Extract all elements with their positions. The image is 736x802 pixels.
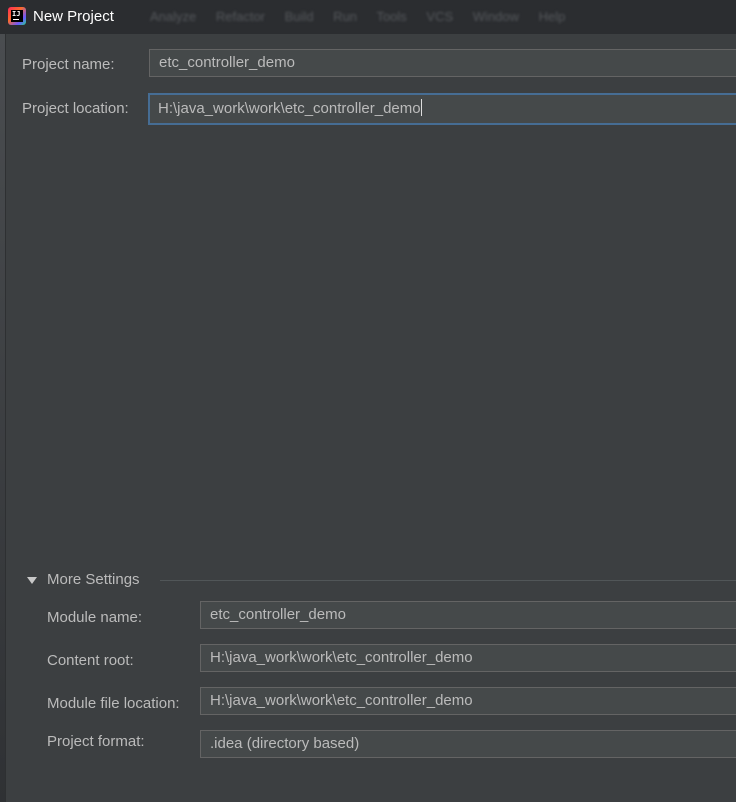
content-root-value: H:\java_work\work\etc_controller_demo	[210, 649, 473, 666]
menu-item-refactor: Refactor	[215, 9, 266, 24]
menu-item-tools: Tools	[376, 9, 407, 24]
project-name-label: Project name:	[22, 56, 115, 73]
menu-item-vcs: VCS	[426, 9, 454, 24]
background-menu-bar: Analyze Refactor Build Run Tools VCS Win…	[150, 9, 581, 24]
intellij-app-icon: IJ	[8, 7, 26, 25]
project-format-select[interactable]: .idea (directory based)	[200, 730, 736, 758]
title-bar: Analyze Refactor Build Run Tools VCS Win…	[0, 0, 736, 34]
content-root-label: Content root:	[47, 652, 134, 669]
menu-item-analyze: Analyze	[150, 9, 197, 24]
menu-item-build: Build	[284, 9, 314, 24]
module-file-location-value: H:\java_work\work\etc_controller_demo	[210, 692, 473, 709]
project-name-input[interactable]: etc_controller_demo	[149, 49, 736, 77]
project-name-value: etc_controller_demo	[159, 54, 295, 71]
section-divider	[160, 580, 736, 581]
more-settings-header[interactable]: More Settings	[47, 571, 140, 588]
content-root-input[interactable]: H:\java_work\work\etc_controller_demo	[200, 644, 736, 672]
module-file-location-input[interactable]: H:\java_work\work\etc_controller_demo	[200, 687, 736, 715]
project-format-label: Project format:	[47, 733, 145, 750]
menu-item-window: Window	[472, 9, 520, 24]
window-title: New Project	[33, 8, 114, 25]
project-location-label: Project location:	[22, 100, 129, 117]
menu-item-run: Run	[333, 9, 358, 24]
project-format-value: .idea (directory based)	[210, 735, 360, 752]
module-file-location-label: Module file location:	[47, 695, 180, 712]
module-name-value: etc_controller_demo	[210, 606, 346, 623]
expand-triangle-icon[interactable]	[27, 577, 37, 584]
module-name-input[interactable]: etc_controller_demo	[200, 601, 736, 629]
text-caret	[420, 99, 422, 116]
module-name-label: Module name:	[47, 609, 143, 626]
menu-item-help: Help	[538, 9, 566, 24]
project-location-input[interactable]: H:\java_work\work\etc_controller_demo	[148, 93, 736, 125]
project-location-value: H:\java_work\work\etc_controller_demo	[158, 100, 421, 117]
